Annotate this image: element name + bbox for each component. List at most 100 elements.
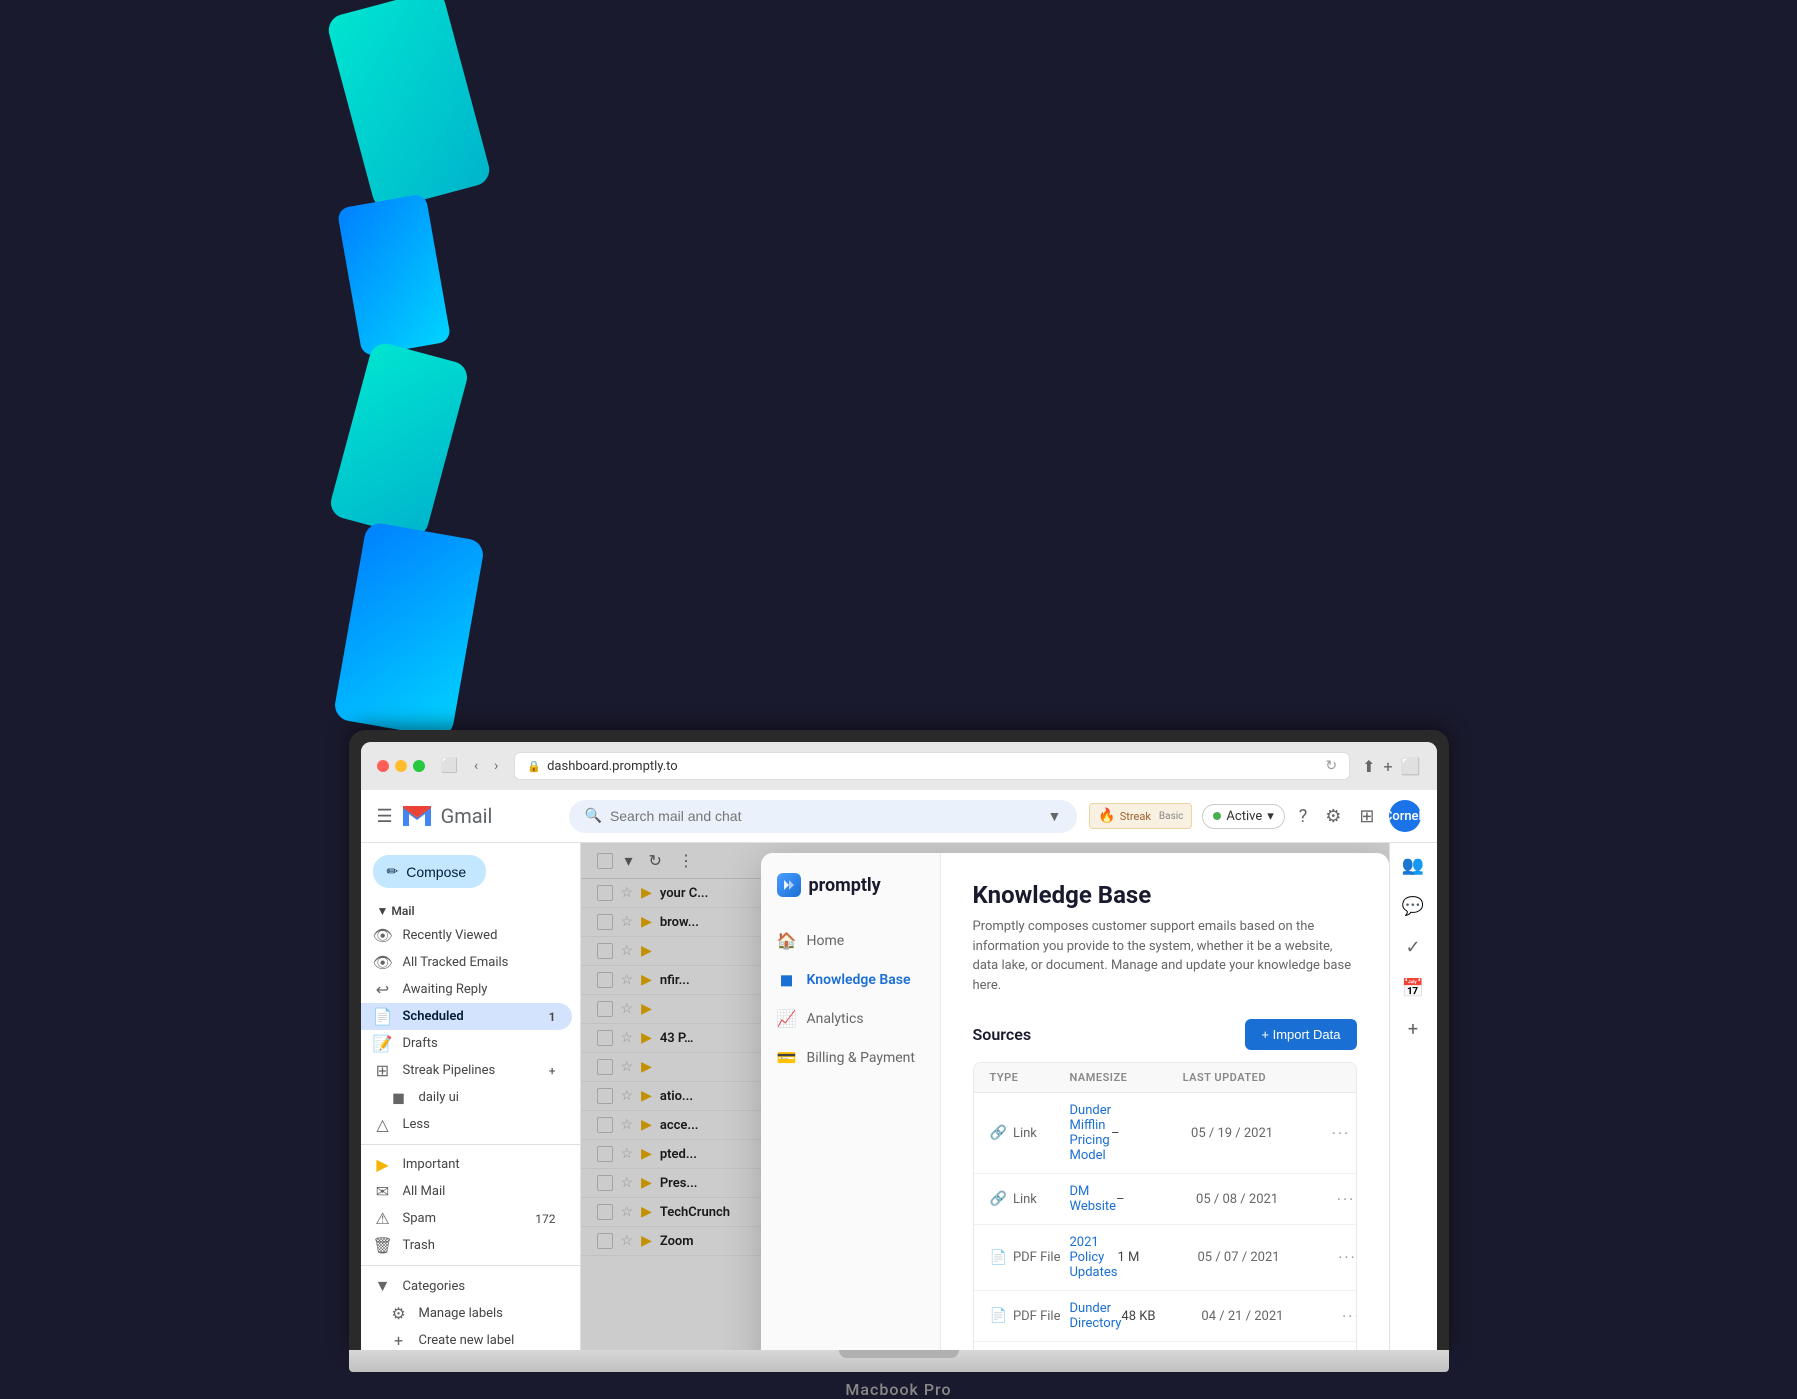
col-actions — [1313, 1071, 1353, 1084]
modal-nav-home[interactable]: 🏠 Home — [761, 921, 940, 960]
pipelines-badge: + — [549, 1064, 556, 1078]
avatar[interactable]: Cornell — [1389, 800, 1421, 832]
pipelines-icon: ⊞ — [373, 1061, 393, 1080]
table-row[interactable]: 🔗 Link Client Dashboard – 04 / 01 / 2021… — [974, 1342, 1356, 1350]
promptly-logo-icon — [777, 873, 801, 897]
home-icon: 🏠 — [777, 931, 797, 950]
user-initials: Cornell — [1384, 809, 1425, 824]
settings-icon[interactable]: ⚙ — [1321, 802, 1345, 831]
type-label: PDF File — [1013, 1309, 1061, 1324]
sidebar-item-daily-ui[interactable]: ◼ daily ui — [361, 1084, 572, 1111]
manage-icon: ⚙ — [389, 1304, 409, 1323]
sidebar-item-trash[interactable]: 🗑 Trash — [361, 1232, 572, 1259]
right-sidebar-meet-icon[interactable]: 👥 — [1398, 851, 1428, 880]
sidebar-item-pipelines[interactable]: ⊞ Streak Pipelines + — [361, 1057, 572, 1084]
sidebar-item-manage-labels[interactable]: ⚙ Manage labels — [361, 1300, 572, 1327]
new-tab-icon[interactable]: + — [1384, 757, 1393, 776]
sidebar-item-all-tracked[interactable]: 👁 All Tracked Emails — [361, 949, 572, 976]
important-label: Important — [403, 1157, 460, 1172]
sidebar-item-all-mail[interactable]: ✉ All Mail — [361, 1178, 572, 1205]
row-more-button[interactable]: ··· — [1331, 1307, 1356, 1326]
type-label: Link — [1013, 1192, 1037, 1207]
hamburger-icon[interactable]: ☰ — [377, 806, 393, 827]
table-row[interactable]: 🔗 Link Dunder Mifflin Pricing Model – 05… — [974, 1093, 1356, 1174]
sidebar-item-create-label[interactable]: + Create new label — [361, 1327, 572, 1350]
gmail-search[interactable]: 🔍 ▼ — [569, 800, 1078, 833]
manage-labels-text: Manage labels — [419, 1306, 503, 1321]
address-bar[interactable]: 🔒 dashboard.promptly.to ↻ — [514, 752, 1350, 780]
tile-window-button[interactable]: ⬜ — [437, 758, 462, 774]
size-value: 48 KB — [1121, 1309, 1201, 1324]
size-value: – — [1111, 1126, 1191, 1141]
share-icon[interactable]: ⬆ — [1362, 757, 1375, 776]
sidebar-divider-2 — [361, 1265, 580, 1266]
close-button[interactable] — [377, 760, 389, 772]
row-more-button[interactable]: ··· — [1328, 1248, 1357, 1267]
active-badge[interactable]: Active ▾ — [1202, 804, 1284, 829]
compose-button[interactable]: ✏ Compose — [373, 855, 487, 888]
col-name: NAME — [1070, 1071, 1103, 1084]
recently-viewed-label: Recently Viewed — [403, 928, 498, 943]
sidebar-item-recently-viewed[interactable]: 👁 Recently Viewed — [361, 922, 572, 949]
right-sidebar-calendar-icon[interactable]: 📅 — [1398, 974, 1428, 1003]
right-sidebar-add-icon[interactable]: + — [1404, 1015, 1422, 1044]
row-more-button[interactable]: ··· — [1326, 1190, 1356, 1209]
minimize-button[interactable] — [395, 760, 407, 772]
type-cell: 🔗 Link — [990, 1191, 1070, 1207]
import-data-button[interactable]: + Import Data — [1245, 1019, 1356, 1050]
deco-shape-tr — [327, 340, 470, 540]
source-name-link[interactable]: Dunder Mifflin Pricing Model — [1070, 1103, 1112, 1163]
gmail-logo: ☰ Gmail — [377, 798, 557, 834]
categories-icon: ▼ — [373, 1276, 393, 1296]
refresh-icon[interactable]: ↻ — [1325, 758, 1337, 774]
source-name-link[interactable]: 2021 Policy Updates — [1070, 1235, 1118, 1280]
apps-icon[interactable]: ⊞ — [1355, 802, 1378, 831]
table-row[interactable]: 📄 PDF File Dunder Directory 48 KB 04 / 2… — [974, 1291, 1356, 1342]
link-icon: 🔗 — [990, 1191, 1007, 1207]
laptop-base — [349, 1350, 1449, 1372]
gmail-right-sidebar: 👥 💬 ✓ 📅 + — [1389, 843, 1437, 1350]
table-row[interactable]: 📄 PDF File 2021 Policy Updates 1 M 05 / … — [974, 1225, 1356, 1291]
drafts-icon: 📝 — [373, 1034, 393, 1053]
table-row[interactable]: 🔗 Link DM Website – 05 / 08 / 2021 ··· — [974, 1174, 1356, 1225]
all-tracked-label: All Tracked Emails — [403, 955, 509, 970]
sidebar-item-awaiting[interactable]: ↩ Awaiting Reply — [361, 976, 572, 1003]
daily-ui-label: daily ui — [419, 1090, 459, 1105]
forward-button[interactable]: › — [490, 758, 502, 774]
date-value: 05 / 19 / 2021 — [1191, 1126, 1321, 1141]
billing-icon: 💳 — [777, 1048, 797, 1067]
gmail-header-right: 🔥 Streak Basic Active ▾ ? ⚙ ⊞ — [1089, 800, 1420, 832]
modal-nav-knowledge-base[interactable]: ◼ Knowledge Base — [761, 960, 940, 999]
date-value: 04 / 21 / 2021 — [1201, 1309, 1331, 1324]
right-sidebar-chat-icon[interactable]: 💬 — [1398, 892, 1428, 921]
search-filter-icon[interactable]: ▼ — [1047, 808, 1061, 825]
sidebar-divider-1 — [361, 1144, 580, 1145]
sidebar-item-spam[interactable]: ⚠ Spam 172 — [361, 1205, 572, 1232]
row-more-button[interactable]: ··· — [1321, 1124, 1356, 1143]
help-icon[interactable]: ? — [1295, 802, 1312, 831]
sidebar-item-categories[interactable]: ▼ Categories — [361, 1272, 572, 1300]
sidebar-item-scheduled[interactable]: 📄 Scheduled 1 — [361, 1003, 572, 1030]
modal-nav-analytics[interactable]: 📈 Analytics — [761, 999, 940, 1038]
source-name-link[interactable]: Dunder Directory — [1070, 1301, 1122, 1331]
right-sidebar-tasks-icon[interactable]: ✓ — [1401, 933, 1424, 962]
search-input[interactable] — [610, 808, 1040, 824]
deco-shape-br — [332, 521, 485, 739]
trash-icon: 🗑 — [373, 1236, 393, 1255]
modal-nav-billing[interactable]: 💳 Billing & Payment — [761, 1038, 940, 1077]
source-name-link[interactable]: DM Website — [1070, 1184, 1117, 1214]
col-last-updated: LAST UPDATED — [1183, 1071, 1313, 1084]
gmail-header: ☰ Gmail 🔍 ▼ — [361, 790, 1437, 843]
tabs-icon[interactable]: ⬜ — [1401, 757, 1421, 776]
important-icon: ▶ — [373, 1155, 393, 1174]
compose-row: ✏ Compose — [361, 851, 580, 896]
active-chevron-icon: ▾ — [1267, 809, 1274, 824]
mail-expand-icon[interactable]: ▼ — [377, 904, 389, 918]
gmail-sidebar: ✏ Compose ▼ Mail 👁 Recently Viewed — [361, 843, 581, 1350]
sidebar-item-important[interactable]: ▶ Important — [361, 1151, 572, 1178]
maximize-button[interactable] — [413, 760, 425, 772]
type-cell: 📄 PDF File — [990, 1308, 1070, 1324]
sidebar-item-drafts[interactable]: 📝 Drafts — [361, 1030, 572, 1057]
back-button[interactable]: ‹ — [470, 758, 482, 774]
sidebar-item-less[interactable]: △ Less — [361, 1111, 572, 1138]
